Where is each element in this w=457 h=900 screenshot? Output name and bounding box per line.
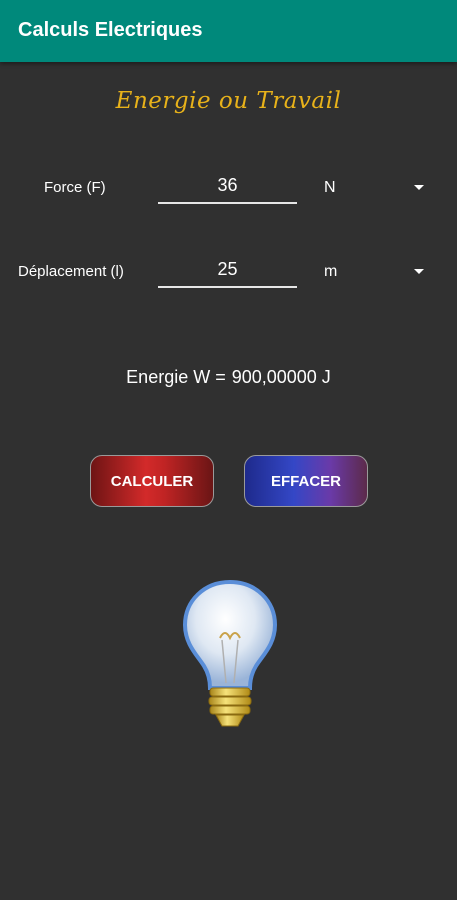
light-bulb-icon xyxy=(182,579,278,727)
page-title: Energie ou Travail xyxy=(115,88,342,114)
force-unit-select[interactable]: N xyxy=(324,179,336,197)
displacement-unit-select[interactable]: m xyxy=(324,263,337,281)
result-line: Energie W = 900,00000 J xyxy=(0,367,457,388)
app-bar: Calculs Electriques xyxy=(0,0,457,62)
displacement-input[interactable]: 25 xyxy=(158,256,297,288)
chevron-down-icon[interactable] xyxy=(414,185,424,190)
result-value: 900,00000 J xyxy=(231,367,331,387)
clear-button[interactable]: EFFACER xyxy=(244,455,368,507)
result-label: Energie W = xyxy=(126,367,226,387)
force-label: Force (F) xyxy=(44,179,106,196)
displacement-label: Déplacement (l) xyxy=(18,263,124,280)
calculate-button[interactable]: CALCULER xyxy=(90,455,214,507)
chevron-down-icon[interactable] xyxy=(414,269,424,274)
app-title: Calculs Electriques xyxy=(18,19,203,41)
force-input[interactable]: 36 xyxy=(158,172,297,204)
